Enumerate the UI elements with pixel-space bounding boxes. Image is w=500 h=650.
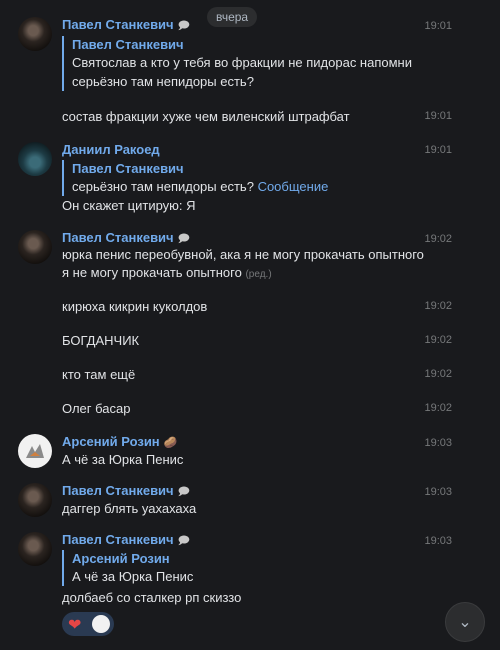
reply-text: серьёзно там непидоры есть? [72, 74, 254, 89]
author-name[interactable]: Павел Станкевич 🗩 [62, 532, 190, 551]
avatar[interactable] [18, 532, 52, 566]
edited-label: (ред.) [245, 269, 272, 280]
message-time: 19:02 [424, 300, 452, 312]
message-time: 19:01 [424, 20, 452, 32]
message-time: 19:01 [424, 144, 452, 156]
reply-author: Павел Станкевич [72, 161, 184, 176]
avatar[interactable] [18, 142, 52, 176]
author-name[interactable]: Даниил Ракоед [62, 142, 160, 157]
reply-author: Павел Станкевич [72, 37, 184, 52]
chevron-down-icon: ⌄ [458, 614, 472, 631]
message-text: БОГДАНЧИК [62, 333, 140, 348]
author-name[interactable]: Арсений Розин 🥔 [62, 434, 177, 449]
reply-link[interactable]: Сообщение [258, 179, 329, 194]
message-time: 19:03 [424, 437, 452, 449]
reply-quote[interactable]: Павел Станкевич серьёзно там непидоры ес… [62, 160, 328, 196]
status-emoji-icon: 🗩 [177, 486, 190, 498]
message-time: 19:02 [424, 402, 452, 414]
status-emoji-icon: 🗩 [177, 535, 190, 547]
message-text: Он скажет цитирую: Я [62, 198, 196, 213]
reply-text: А чё за Юрка Пенис [72, 569, 194, 584]
reply-quote[interactable]: Павел Станкевич Святослав а кто у тебя в… [62, 36, 412, 91]
reply-text: серьёзно там непидоры есть? [72, 179, 254, 194]
message-text: кто там ещё [62, 367, 136, 382]
message-time: 19:03 [424, 535, 452, 547]
message-text: Олег басар [62, 401, 131, 416]
message-text: даггер блять уахахаха [62, 501, 197, 516]
date-separator: вчера [207, 7, 258, 27]
message-time: 19:02 [424, 334, 452, 346]
avatar[interactable] [18, 230, 52, 264]
reaction-avatar [92, 615, 110, 633]
message-time: 19:02 [424, 233, 452, 245]
avatar[interactable] [18, 434, 52, 468]
message-time: 19:02 [424, 368, 452, 380]
author-name[interactable]: Павел Станкевич 🗩 [62, 17, 190, 36]
status-emoji-icon: 🥔 [163, 437, 178, 449]
status-emoji-icon: 🗩 [177, 233, 190, 245]
reply-quote[interactable]: Арсений Розин А чё за Юрка Пенис [62, 550, 193, 586]
heart-icon: ❤ [68, 617, 82, 634]
reply-text: Святослав а кто у тебя во фракции не пид… [72, 55, 412, 70]
message-text: А чё за Юрка Пенис [62, 452, 184, 467]
avatar[interactable] [18, 483, 52, 517]
message-time: 19:03 [424, 486, 452, 498]
scroll-down-button[interactable]: ⌄ [445, 602, 485, 642]
reaction-chip[interactable]: ❤ [62, 612, 114, 636]
message-text: я не могу прокачать опытного (ред.) [62, 265, 272, 280]
message-time: 19:01 [424, 110, 452, 122]
message-text: долбаеб со сталкер рп скиззо [62, 590, 242, 605]
status-emoji-icon: 🗩 [177, 20, 190, 32]
message-text: состав фракции хуже чем виленский штрафб… [62, 109, 350, 124]
avatar[interactable] [18, 17, 52, 51]
reply-author: Арсений Розин [72, 551, 170, 566]
message-text: юрка пенис переобувной, ака я не могу пр… [62, 247, 424, 262]
message-text: кирюха кикрин куколдов [62, 299, 208, 314]
fox-icon [26, 444, 44, 458]
